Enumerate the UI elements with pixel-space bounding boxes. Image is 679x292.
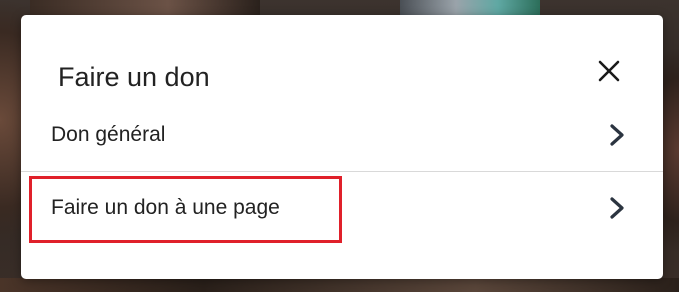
option-label: Don général	[51, 123, 166, 146]
divider	[21, 171, 663, 172]
close-button[interactable]	[591, 53, 627, 89]
close-icon	[598, 60, 620, 82]
background-photo-fragment	[0, 278, 679, 292]
modal-title: Faire un don	[58, 62, 210, 92]
background-photo-fragment	[30, 0, 260, 16]
chevron-right-icon	[610, 197, 624, 219]
option-general-donation[interactable]: Don général	[21, 107, 663, 163]
chevron-right-icon	[610, 124, 624, 146]
highlight-annotation	[29, 176, 342, 243]
donation-modal: Faire un don Don général Faire un don à …	[21, 15, 663, 279]
